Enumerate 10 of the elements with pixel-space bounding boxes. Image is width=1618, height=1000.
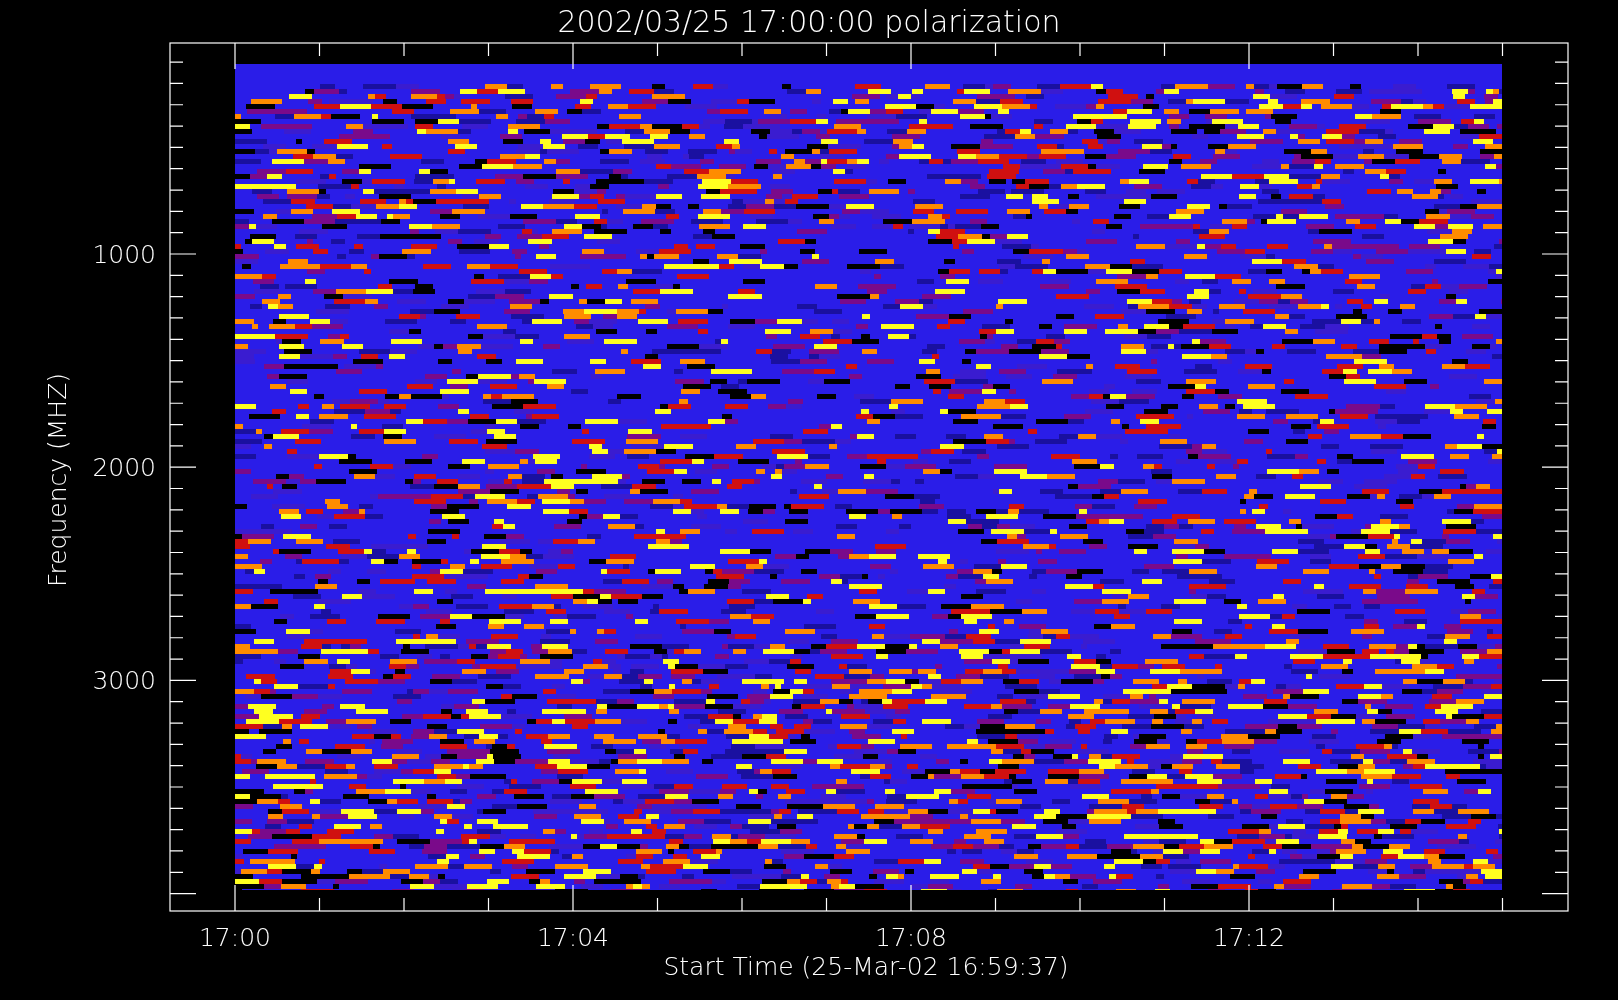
x-tick-label: 17:12	[1213, 923, 1285, 952]
chart-title: 2002/03/25 17:00:00 polarization	[557, 4, 1061, 39]
x-axis-label: Start Time (25-Mar-02 16:59:37)	[663, 952, 1069, 981]
x-tick-label: 17:04	[537, 923, 609, 952]
y-tick-label: 3000	[92, 666, 156, 696]
x-tick-label: 17:08	[875, 923, 947, 952]
y-axis-label: Frequency (MHZ)	[43, 372, 72, 588]
x-tick-label: 17:00	[199, 923, 271, 952]
y-tick-label: 1000	[92, 240, 156, 269]
y-tick-label: 2000	[92, 453, 156, 483]
